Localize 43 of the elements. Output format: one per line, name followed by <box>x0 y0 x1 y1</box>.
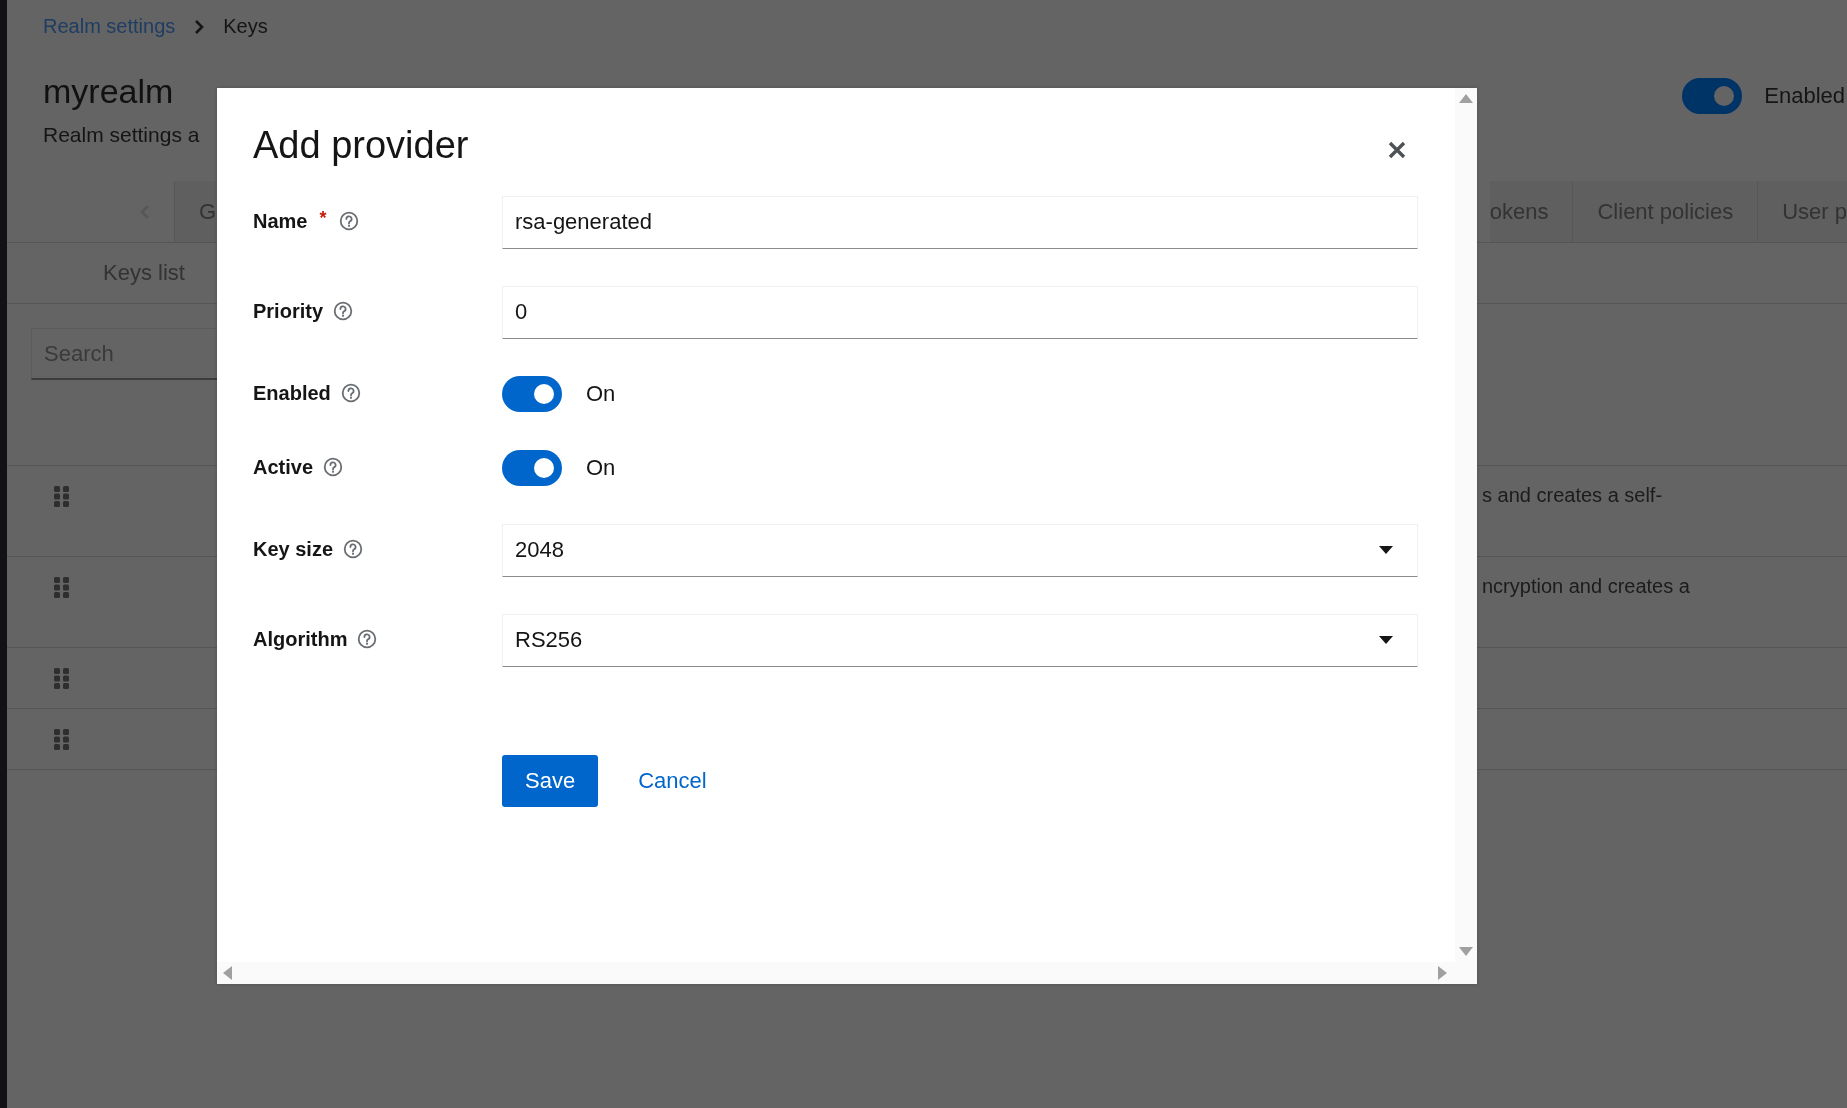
table-cell-text: ncryption and creates a <box>1482 574 1691 598</box>
field-label: Priority <box>253 299 324 323</box>
field-label: Active <box>253 455 314 479</box>
field-label: Name <box>253 209 308 233</box>
dialog-title: Add provider <box>253 124 469 167</box>
page-title: myrealm <box>43 72 175 111</box>
help-icon[interactable] <box>357 629 378 649</box>
select-dropdown[interactable]: 2048 <box>502 523 1418 577</box>
drag-handle-icon[interactable] <box>54 729 70 751</box>
help-icon[interactable] <box>323 457 344 477</box>
select-dropdown[interactable]: RS256 <box>502 613 1418 667</box>
cancel-link[interactable]: Cancel <box>638 755 707 807</box>
toggle-switch[interactable] <box>502 450 562 486</box>
field-label: Algorithm <box>253 627 348 651</box>
help-icon[interactable] <box>343 539 364 559</box>
scroll-left-icon[interactable] <box>223 966 232 980</box>
toggle-switch[interactable] <box>502 376 562 412</box>
toggle-label: On <box>586 381 616 407</box>
toggle-switch[interactable] <box>1682 78 1743 114</box>
drag-handle-icon[interactable] <box>54 668 70 690</box>
text-field[interactable]: 0 <box>502 285 1418 339</box>
field-label: Key size <box>253 537 334 561</box>
caret-down-icon <box>1379 546 1393 554</box>
scroll-down-icon[interactable] <box>1459 947 1473 956</box>
table-cell-text: s and creates a self- <box>1482 483 1664 507</box>
close-icon[interactable] <box>1387 140 1407 160</box>
help-icon[interactable] <box>333 301 354 321</box>
scroll-right-icon[interactable] <box>1438 966 1447 980</box>
toggle-label: On <box>586 455 616 481</box>
caret-down-icon <box>1379 636 1393 644</box>
page-subtitle: Realm settings a <box>43 123 200 147</box>
field-label: Enabled <box>253 381 331 405</box>
drag-handle-icon[interactable] <box>54 486 70 508</box>
help-icon[interactable] <box>340 383 361 403</box>
save-button[interactable]: Save <box>502 755 599 807</box>
text-field[interactable]: rsa-generated <box>502 195 1418 249</box>
help-icon[interactable] <box>338 211 359 231</box>
required-mark: * <box>319 207 327 229</box>
scroll-up-icon[interactable] <box>1459 94 1473 103</box>
chevron-right-icon <box>193 19 206 34</box>
drag-handle-icon[interactable] <box>54 577 70 599</box>
toggle-label: Enabled <box>1764 83 1845 109</box>
breadcrumb-current: Keys <box>223 15 268 38</box>
